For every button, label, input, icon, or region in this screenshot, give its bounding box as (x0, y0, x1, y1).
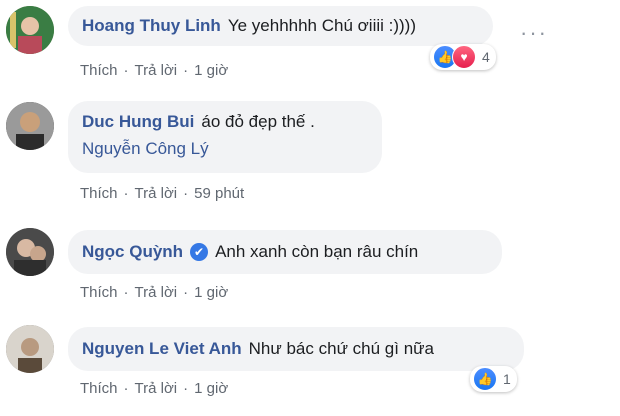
avatar[interactable] (6, 325, 54, 373)
separator: · (123, 380, 129, 397)
separator: · (183, 284, 189, 301)
comment-bubble: Hoang Thuy Linh Ye yehhhhh Chú ơiiii :))… (68, 6, 493, 46)
like-link[interactable]: Thích (80, 185, 118, 202)
comment-bubble: Duc Hung Bui áo đỏ đẹp thế . Nguyễn Công… (68, 101, 382, 173)
comment-actions: Thích · Trả lời · 1 giờ (80, 380, 228, 397)
like-reaction-icon: 👍 (473, 367, 497, 391)
reaction-count: 1 (503, 371, 511, 387)
like-link[interactable]: Thích (80, 380, 118, 397)
author-name[interactable]: Hoang Thuy Linh (82, 16, 221, 36)
tagged-user-link[interactable]: Nguyễn Công Lý (82, 139, 209, 159)
like-link[interactable]: Thích (80, 62, 118, 79)
comment-bubble: Nguyen Le Viet Anh Như bác chứ chú gì nữ… (68, 327, 524, 371)
like-link[interactable]: Thích (80, 284, 118, 301)
verified-badge-icon: ✔ (190, 243, 209, 261)
avatar-image (6, 102, 54, 150)
comment-actions: Thích · Trả lời · 1 giờ (80, 62, 228, 79)
separator: · (123, 284, 129, 301)
comment-actions: Thích · Trả lời · 59 phút (80, 185, 244, 202)
separator: · (123, 62, 129, 79)
reply-link[interactable]: Trả lời (135, 62, 178, 79)
reply-link[interactable]: Trả lời (135, 284, 178, 301)
avatar-image (6, 6, 54, 54)
avatar-image (6, 325, 54, 373)
author-name[interactable]: Nguyen Le Viet Anh (82, 339, 242, 359)
avatar[interactable] (6, 102, 54, 150)
author-name[interactable]: Duc Hung Bui (82, 112, 194, 132)
timestamp[interactable]: 1 giờ (194, 284, 228, 301)
timestamp[interactable]: 1 giờ (194, 62, 228, 79)
separator: · (183, 62, 189, 79)
avatar[interactable] (6, 6, 54, 54)
reaction-count: 4 (482, 49, 490, 65)
comment-bubble: Ngọc Quỳnh ✔ Anh xanh còn bạn râu chín (68, 230, 502, 274)
comment-actions: Thích · Trả lời · 1 giờ (80, 284, 228, 301)
separator: · (123, 185, 129, 202)
comment-text: Như bác chứ chú gì nữa (248, 339, 434, 358)
separator: · (183, 185, 189, 202)
timestamp[interactable]: 1 giờ (194, 380, 228, 397)
reply-link[interactable]: Trả lời (135, 185, 178, 202)
reply-link[interactable]: Trả lời (135, 380, 178, 397)
timestamp[interactable]: 59 phút (194, 185, 244, 202)
comment-text: Anh xanh còn bạn râu chín (215, 242, 419, 261)
comment-text: áo đỏ đẹp thế . (201, 112, 315, 131)
reaction-summary[interactable]: 👍 1 (470, 366, 517, 392)
avatar[interactable] (6, 228, 54, 276)
reaction-summary[interactable]: 👍 ♥ 4 (430, 44, 496, 70)
love-reaction-icon: ♥ (452, 45, 476, 69)
separator: · (183, 380, 189, 397)
author-name[interactable]: Ngọc Quỳnh (82, 242, 183, 262)
more-options-icon[interactable]: ··· (520, 22, 548, 44)
comment-text: Ye yehhhhh Chú ơiiii :)))) (227, 16, 416, 35)
avatar-image (6, 228, 54, 276)
